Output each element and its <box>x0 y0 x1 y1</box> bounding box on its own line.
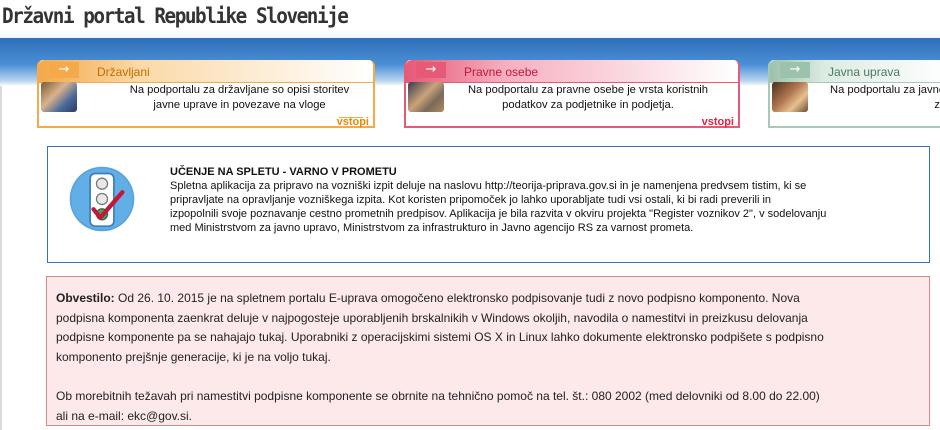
notice-box: Obvestilo: Od 26. 10. 2015 je na spletne… <box>46 276 930 426</box>
enter-link[interactable]: vstopi <box>337 116 369 128</box>
arrow-right-icon[interactable]: → <box>49 62 79 78</box>
card-header: → Državljani <box>39 60 373 83</box>
notice-text: Obvestilo: Od 26. 10. 2015 je na spletne… <box>56 291 824 423</box>
site-title[interactable]: Državni portal Republike Slovenije <box>2 4 349 28</box>
arrow-right-icon[interactable]: → <box>780 62 810 78</box>
left-divider <box>0 86 2 430</box>
card-photo <box>772 82 808 112</box>
citizens-card[interactable]: → Državljani Na podportalu za državljane… <box>37 60 375 128</box>
card-title[interactable]: Javna uprava <box>828 65 900 79</box>
traffic-light-icon[interactable] <box>68 159 136 239</box>
card-description: Na podportalu za pravne osebe je vrsta k… <box>467 84 709 111</box>
legal-entities-card[interactable]: → Pravne osebe Na podportalu za pravne o… <box>404 60 740 128</box>
learning-description: Spletna aplikacija za pripravo na vozniš… <box>170 180 827 234</box>
learning-title[interactable]: UČENJE NA SPLETU - VARNO V PROMETU <box>170 166 397 178</box>
card-photo <box>408 82 444 112</box>
arrow-right-icon[interactable]: → <box>416 62 446 78</box>
card-description: Na podportalu za javne z <box>830 84 940 111</box>
card-header: → Javna uprava <box>770 60 940 83</box>
card-title[interactable]: Pravne osebe <box>464 65 538 79</box>
card-header: → Pravne osebe <box>406 60 738 83</box>
card-title[interactable]: Državljani <box>97 65 150 79</box>
learning-info-box: UČENJE NA SPLETU - VARNO V PROMETU Splet… <box>47 146 930 263</box>
notice-label: Obvestilo: <box>56 291 115 305</box>
card-photo <box>41 82 77 112</box>
card-description: Na podportalu za državljane so opisi sto… <box>129 84 350 111</box>
site-header: Državni portal Republike Slovenije <box>0 0 940 40</box>
enter-link[interactable]: vstopi <box>702 116 734 128</box>
public-administration-card[interactable]: → Javna uprava Na podportalu za javne z <box>768 60 940 128</box>
